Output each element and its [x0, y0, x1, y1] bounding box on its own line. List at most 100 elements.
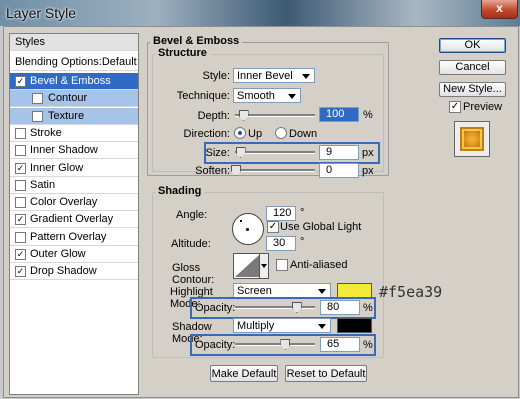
ok-button[interactable]: OK	[439, 38, 506, 53]
hl-opacity-slider-track[interactable]	[235, 306, 315, 309]
style-item-checkbox[interactable]: ✓	[15, 214, 26, 226]
gold-preview-square	[460, 127, 484, 151]
style-item[interactable]: ✓ Inner Glow	[10, 159, 138, 177]
style-item-checkbox[interactable]: ✓	[15, 76, 26, 87]
style-item[interactable]: Inner Shadow	[10, 142, 138, 160]
altitude-unit: °	[300, 236, 305, 248]
style-item-label: Satin	[30, 178, 56, 191]
style-item-checkbox[interactable]: ✓	[15, 266, 26, 278]
chevron-down-icon	[318, 289, 326, 294]
altitude-label: Altitude:	[171, 238, 211, 250]
chevron-down-icon	[288, 94, 296, 99]
angle-dial-pointer	[240, 220, 242, 222]
technique-value: Smooth	[237, 90, 275, 102]
chevron-down-icon	[318, 324, 326, 329]
style-item[interactable]: Pattern Overlay	[10, 228, 138, 246]
style-item-checkbox[interactable]	[15, 145, 26, 157]
style-item[interactable]: ✓ Drop Shadow	[10, 263, 138, 281]
size-input[interactable]: 9	[319, 145, 359, 160]
angle-dial[interactable]	[232, 213, 264, 245]
style-item-checkbox[interactable]	[15, 197, 26, 209]
make-default-button[interactable]: Make Default	[210, 365, 278, 382]
shadow-mode-select[interactable]: Multiply	[233, 318, 331, 333]
depth-unit: %	[363, 109, 373, 121]
style-item[interactable]: Texture	[10, 107, 138, 125]
style-item-label: Texture	[48, 109, 85, 122]
technique-select[interactable]: Smooth	[233, 88, 301, 103]
style-item-checkbox[interactable]: ✓	[15, 162, 26, 174]
hl-opacity-label: Opacity:	[195, 302, 236, 314]
depth-label: Depth:	[197, 110, 230, 122]
angle-dial-center	[246, 228, 249, 231]
hl-opacity-input[interactable]: 80	[320, 300, 360, 315]
blending-options-item[interactable]: Blending Options:Default	[10, 54, 138, 71]
angle-label: Angle:	[176, 209, 208, 221]
style-item[interactable]: Stroke	[10, 124, 138, 142]
style-item-label: Color Overlay	[30, 196, 98, 209]
direction-down-radio[interactable]	[275, 127, 287, 139]
style-item[interactable]: ✓ Outer Glow	[10, 246, 138, 263]
gloss-contour-preview[interactable]	[233, 253, 261, 279]
style-item-checkbox[interactable]	[32, 110, 43, 122]
style-item[interactable]: Satin	[10, 176, 138, 194]
style-label: Style:	[202, 70, 230, 82]
bevel-title: Bevel & Emboss	[150, 35, 243, 47]
sh-opacity-input[interactable]: 65	[320, 337, 360, 352]
new-style-button[interactable]: New Style...	[439, 82, 506, 97]
direction-label: Direction:	[183, 128, 230, 140]
soften-input[interactable]: 0	[319, 163, 359, 178]
soften-unit: px	[362, 165, 374, 177]
direction-up-radio[interactable]	[234, 127, 246, 139]
style-item[interactable]: Contour	[10, 90, 138, 108]
close-button[interactable]: x	[481, 0, 518, 19]
structure-title: Structure	[155, 47, 210, 59]
shadow-color-swatch[interactable]	[337, 318, 372, 333]
technique-label: Technique:	[176, 90, 230, 102]
size-slider-track[interactable]	[235, 151, 315, 154]
style-item-label: Outer Glow	[30, 248, 86, 260]
style-item-label: Pattern Overlay	[30, 230, 107, 243]
style-item[interactable]: Color Overlay	[10, 194, 138, 212]
check-icon: ✓	[16, 76, 25, 86]
depth-input[interactable]: 100	[319, 107, 359, 122]
highlight-mode-value: Screen	[237, 285, 272, 297]
global-light-checkbox[interactable]: ✓	[267, 221, 279, 233]
sh-opacity-slider-track[interactable]	[235, 343, 315, 346]
angle-input[interactable]: 120	[266, 206, 296, 221]
gloss-contour-label: Gloss Contour:	[172, 262, 215, 286]
preview-label: Preview	[463, 101, 503, 113]
style-item-checkbox[interactable]: ✓	[15, 249, 26, 260]
gloss-contour-dropdown[interactable]	[259, 253, 269, 279]
style-select[interactable]: Inner Bevel	[233, 68, 315, 83]
cancel-button[interactable]: Cancel	[439, 60, 506, 75]
highlight-color-swatch[interactable]	[337, 283, 372, 298]
reset-default-button[interactable]: Reset to Default	[285, 365, 367, 382]
style-item[interactable]: ✓ Bevel & Emboss	[10, 73, 138, 90]
styles-list: Styles Blending Options:Default ✓ Bevel &…	[9, 33, 139, 395]
chevron-down-icon	[261, 264, 267, 268]
direction-up-label: Up	[248, 128, 263, 140]
sh-opacity-label: Opacity:	[195, 339, 236, 351]
preview-check: ✓	[450, 101, 460, 112]
soften-label: Soften:	[195, 165, 230, 177]
highlight-mode-select[interactable]: Screen	[233, 283, 331, 298]
sh-opacity-unit: %	[363, 339, 373, 351]
annotation-hex: #f5ea39	[379, 283, 443, 301]
preview-checkbox[interactable]: ✓	[449, 101, 461, 113]
style-item[interactable]: ✓ Gradient Overlay	[10, 211, 138, 229]
preview-swatch	[454, 121, 490, 157]
style-item-checkbox[interactable]	[15, 231, 26, 243]
styles-header[interactable]: Styles	[10, 34, 138, 51]
hl-opacity-unit: %	[363, 302, 373, 314]
altitude-input[interactable]: 30	[266, 236, 296, 251]
style-item-checkbox[interactable]	[32, 93, 43, 105]
check-icon: ✓	[16, 266, 25, 277]
style-item-checkbox[interactable]	[15, 179, 26, 191]
style-item-checkbox[interactable]	[15, 127, 26, 139]
anti-aliased-checkbox[interactable]	[276, 259, 288, 271]
contour-curve-icon	[235, 255, 259, 277]
shading-title: Shading	[155, 185, 205, 197]
style-item-label: Contour	[48, 92, 88, 105]
style-item-label: Inner Shadow	[30, 144, 98, 157]
soften-slider-track[interactable]	[235, 169, 315, 172]
